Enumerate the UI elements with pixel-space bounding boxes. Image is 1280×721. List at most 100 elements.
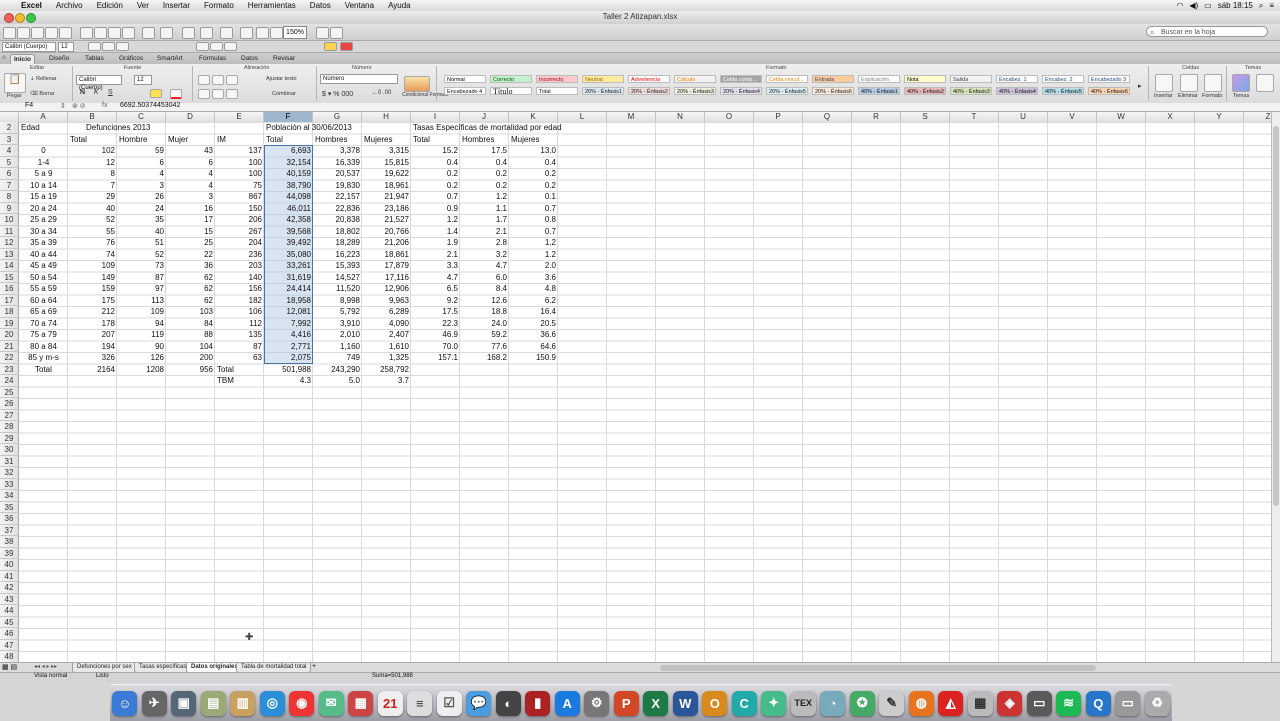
table-cell[interactable]: 6.5 — [411, 283, 460, 295]
table-cell[interactable]: 23,186 — [362, 203, 411, 215]
table-cell[interactable]: 39,492 — [264, 237, 313, 249]
table-cell[interactable]: 70.0 — [411, 341, 460, 353]
cell-style-20-nfasis3[interactable]: 20% - Énfasis3 — [674, 87, 716, 95]
table-cell[interactable]: 9.2 — [411, 295, 460, 307]
paste-button[interactable]: 📋 — [4, 73, 26, 93]
table-cell[interactable]: 4 — [117, 168, 166, 180]
table-cell[interactable]: 175 — [68, 295, 117, 307]
table-cell[interactable]: 1.4 — [411, 226, 460, 238]
row-header[interactable]: 4 — [0, 145, 19, 157]
table-cell[interactable]: 7,992 — [264, 318, 313, 330]
row-header[interactable]: 45 — [0, 616, 19, 628]
table-cell[interactable]: 16.4 — [509, 306, 558, 318]
quicktime-icon[interactable]: Q — [1085, 690, 1111, 716]
downloads-icon[interactable]: ▭ — [1115, 690, 1141, 716]
formula-input[interactable]: 6692.50374453042 — [120, 102, 180, 109]
themes-icon[interactable] — [1232, 74, 1250, 92]
menu-archivo[interactable]: Archivo — [49, 1, 90, 10]
table-cell[interactable]: 749 — [313, 352, 362, 364]
contacts-icon[interactable]: ▥ — [230, 690, 256, 716]
facetime-icon[interactable]: ◐ — [495, 690, 521, 716]
cell-style-20-nfasis2[interactable]: 20% - Énfasis2 — [628, 87, 670, 95]
menu-ayuda[interactable]: Ayuda — [381, 1, 418, 10]
total-cell[interactable]: 2164 — [68, 364, 117, 376]
table-cell[interactable]: 0.2 — [460, 168, 509, 180]
row-header[interactable]: 37 — [0, 524, 19, 536]
table-cell[interactable]: 17,116 — [362, 272, 411, 284]
cell-style-40-nfasis3[interactable]: 40% - Énfasis3 — [950, 87, 992, 95]
table-cell[interactable]: 22 — [166, 249, 215, 261]
table-cell[interactable]: 5 a 9 — [19, 168, 68, 180]
column-header-u[interactable]: U — [999, 112, 1048, 122]
table-cell[interactable]: 20,766 — [362, 226, 411, 238]
table-cell[interactable]: 17,879 — [362, 260, 411, 272]
row-header[interactable]: 12 — [0, 237, 19, 249]
table-cell[interactable]: 6.0 — [460, 272, 509, 284]
table-cell[interactable]: 200 — [166, 352, 215, 364]
select-all-corner[interactable] — [0, 112, 19, 122]
redo-icon[interactable] — [160, 27, 173, 39]
table-cell[interactable]: 16,223 — [313, 249, 362, 261]
align-right-icon[interactable] — [224, 42, 237, 51]
table-cell[interactable]: 38,790 — [264, 180, 313, 192]
paste-icon[interactable] — [108, 27, 121, 39]
fill-button[interactable]: ⇣ Rellenar — [30, 76, 57, 82]
table-cell[interactable]: 30 a 34 — [19, 226, 68, 238]
ribbon-font-field[interactable]: Calibri (Cuerpo) — [76, 75, 122, 91]
table-cell[interactable]: 22.3 — [411, 318, 460, 330]
table-cell[interactable]: 2,771 — [264, 341, 313, 353]
column-header-n[interactable]: N — [656, 112, 705, 122]
row-header[interactable]: 11 — [0, 225, 19, 237]
table-cell[interactable]: 140 — [215, 272, 264, 284]
table-cell[interactable]: 35 a 39 — [19, 237, 68, 249]
wifi-icon[interactable]: ◠ — [1176, 1, 1183, 10]
templates-icon[interactable] — [17, 27, 30, 39]
table-cell[interactable]: 19,830 — [313, 180, 362, 192]
row-header[interactable]: 46 — [0, 628, 19, 640]
table-cell[interactable]: 1.2 — [411, 214, 460, 226]
align-right-button[interactable] — [226, 89, 238, 99]
table-cell[interactable]: 0.2 — [460, 180, 509, 192]
header-defunciones[interactable]: Defunciones 2013 — [84, 122, 151, 134]
vertical-scroll-thumb[interactable] — [1273, 126, 1279, 506]
table-cell[interactable]: 3.6 — [509, 272, 558, 284]
row-header[interactable]: 26 — [0, 398, 19, 410]
table-cell[interactable]: 178 — [68, 318, 117, 330]
table-cell[interactable]: 100 — [215, 157, 264, 169]
cell-style-encabez-2[interactable]: Encabez. 2 — [1042, 75, 1084, 83]
tab-revisar[interactable]: Revisar — [270, 54, 298, 63]
header-hombre[interactable]: Hombre — [117, 134, 168, 146]
row-header[interactable]: 2 — [0, 122, 19, 134]
tab-tablas[interactable]: Tablas — [82, 54, 107, 63]
table-cell[interactable]: 0.2 — [509, 168, 558, 180]
row-header[interactable]: 19 — [0, 317, 19, 329]
help-icon[interactable] — [316, 27, 329, 39]
battery-icon[interactable]: ▭ — [1204, 1, 1212, 10]
column-header-x[interactable]: X — [1146, 112, 1195, 122]
cell-style-total[interactable]: Total — [536, 87, 578, 95]
toolbox-icon[interactable] — [256, 27, 269, 39]
column-header-c[interactable]: C — [117, 112, 166, 122]
table-cell[interactable]: 1,160 — [313, 341, 362, 353]
table-cell[interactable]: 62 — [166, 295, 215, 307]
table-cell[interactable]: 102 — [68, 145, 117, 157]
formula-buttons-icon[interactable]: ⊗ ⊘ — [72, 102, 86, 110]
row-header[interactable]: 40 — [0, 559, 19, 571]
table-cell[interactable]: 20,537 — [313, 168, 362, 180]
table-cell[interactable]: 51 — [117, 237, 166, 249]
table-cell[interactable]: 12,906 — [362, 283, 411, 295]
table-cell[interactable]: 0.9 — [411, 203, 460, 215]
table-cell[interactable]: 1,325 — [362, 352, 411, 364]
search-input[interactable]: ⌕ Buscar en la hoja — [1146, 26, 1268, 37]
table-cell[interactable]: 84 — [166, 318, 215, 330]
table-cell[interactable]: 236 — [215, 249, 264, 261]
table-cell[interactable]: 50 a 54 — [19, 272, 68, 284]
gallery-more-icon[interactable]: ▸ — [1138, 82, 1142, 90]
firefox-icon[interactable]: ◍ — [908, 690, 934, 716]
cell-style-c-lculo[interactable]: Cálculo — [674, 75, 716, 83]
menu-excel[interactable]: Excel — [14, 1, 49, 10]
network-icon[interactable]: ◈ — [997, 690, 1023, 716]
table-cell[interactable]: 18.8 — [460, 306, 509, 318]
row-header[interactable]: 27 — [0, 409, 19, 421]
cell-area[interactable]: Edad Defunciones 2013 Población al 30/06/2… — [19, 122, 1280, 662]
